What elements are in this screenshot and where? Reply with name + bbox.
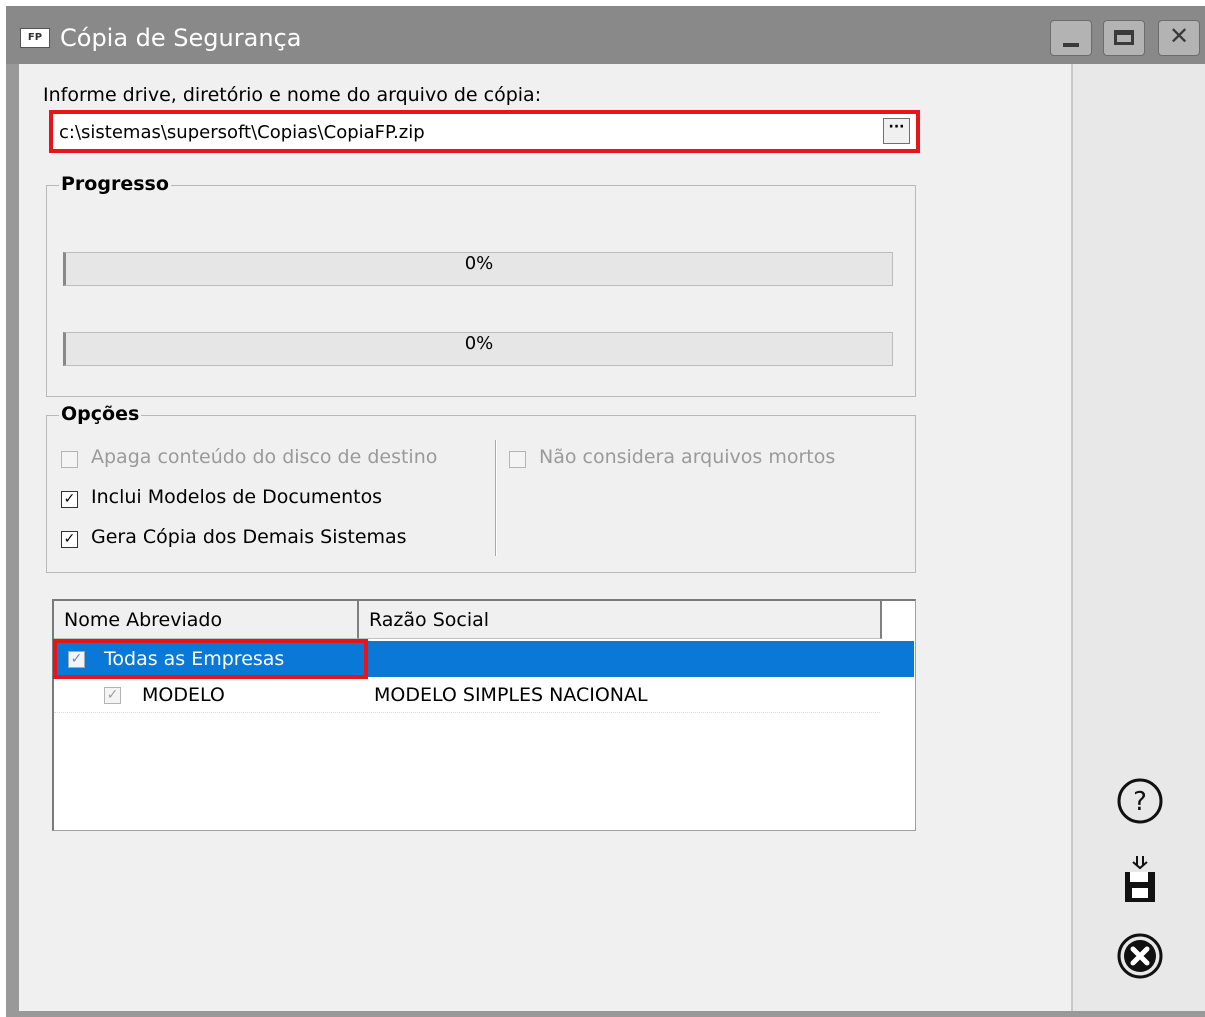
companies-grid[interactable]: Nome Abreviado Razão Social ✓ Todas as E… xyxy=(52,599,916,831)
progress-bar-2: 0% xyxy=(63,332,893,366)
progress-bar-1-label: 0% xyxy=(464,253,494,274)
app-icon: FP xyxy=(20,28,50,48)
progress-bar-2-label: 0% xyxy=(464,333,494,354)
maximize-button[interactable] xyxy=(1103,20,1145,56)
backup-window: FP Cópia de Segurança ✕ Informe drive, d… xyxy=(6,6,1205,1017)
options-group-title: Opções xyxy=(59,403,142,425)
ignore-dead-files-label: Não considera arquivos mortos xyxy=(539,446,836,468)
svg-text:?: ? xyxy=(1133,787,1147,817)
column-header-razao-social[interactable]: Razão Social xyxy=(359,601,882,639)
include-models-checkbox[interactable]: ✓ xyxy=(61,491,78,508)
row-name: MODELO xyxy=(142,684,225,706)
all-companies-highlight xyxy=(53,639,368,679)
path-field-highlight: ··· xyxy=(49,110,920,153)
progress-group-title: Progresso xyxy=(59,173,171,195)
progress-group: Progresso 0% 0% xyxy=(46,173,916,397)
progress-bar-1: 0% xyxy=(63,252,893,286)
close-button[interactable]: ✕ xyxy=(1158,20,1200,56)
ignore-dead-files-checkbox[interactable] xyxy=(509,451,526,468)
erase-destination-checkbox[interactable] xyxy=(61,451,78,468)
path-label: Informe drive, diretório e nome do arqui… xyxy=(43,84,542,106)
maximize-icon xyxy=(1114,30,1134,45)
copy-other-systems-checkbox[interactable]: ✓ xyxy=(61,531,78,548)
table-row[interactable]: ✓ MODELO MODELO SIMPLES NACIONAL xyxy=(54,677,880,713)
copy-other-systems-label: Gera Cópia dos Demais Sistemas xyxy=(91,526,407,548)
window-title: Cópia de Segurança xyxy=(60,24,302,52)
minimize-button[interactable] xyxy=(1050,20,1092,56)
options-separator xyxy=(495,440,497,556)
browse-button[interactable]: ··· xyxy=(883,118,910,144)
close-icon: ✕ xyxy=(1168,22,1190,50)
minimize-icon xyxy=(1063,43,1079,47)
cancel-icon[interactable] xyxy=(1113,931,1167,985)
erase-destination-label: Apaga conteúdo do disco de destino xyxy=(91,446,438,468)
options-group: Opções Apaga conteúdo do disco de destin… xyxy=(46,403,916,573)
title-bar[interactable]: FP Cópia de Segurança ✕ xyxy=(6,6,1205,64)
save-icon[interactable] xyxy=(1113,854,1167,908)
include-models-label: Inclui Modelos de Documentos xyxy=(91,486,383,508)
dialog-body: Informe drive, diretório e nome do arqui… xyxy=(19,64,1071,1011)
help-icon[interactable]: ? xyxy=(1113,776,1167,830)
row-checkbox[interactable]: ✓ xyxy=(104,687,121,704)
column-header-nome-abreviado[interactable]: Nome Abreviado xyxy=(54,601,359,639)
row-razao: MODELO SIMPLES NACIONAL xyxy=(374,684,648,706)
path-input[interactable] xyxy=(55,117,878,147)
